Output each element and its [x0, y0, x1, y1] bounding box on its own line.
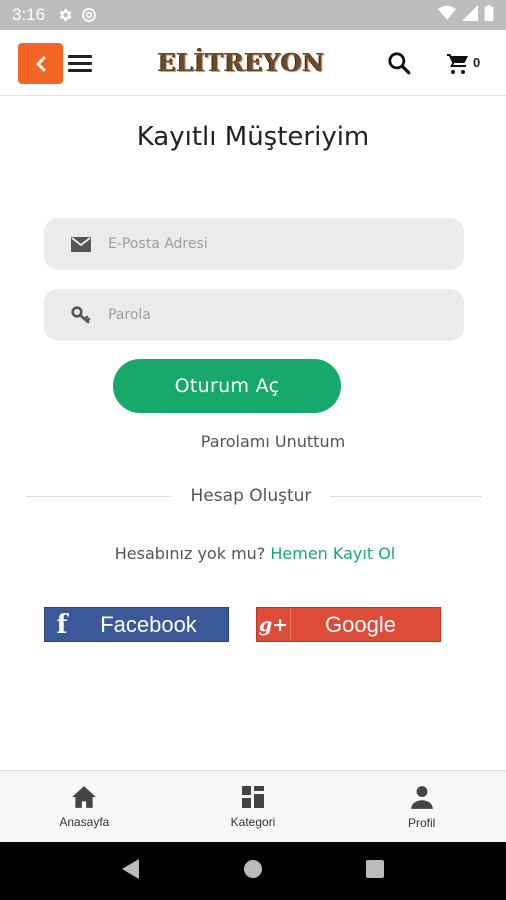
facebook-icon: f [56, 609, 68, 640]
grid-icon [242, 785, 264, 808]
nav-label: Kategori [230, 814, 276, 829]
email-field[interactable] [108, 236, 448, 252]
hamburger-menu-icon[interactable] [68, 50, 94, 76]
google-plus-icon: g+ [257, 608, 291, 641]
login-button[interactable]: Oturum Aç [113, 359, 341, 413]
back-button[interactable] [18, 43, 63, 84]
bottom-nav: Anasayfa Kategori Profil [0, 770, 506, 842]
logo-text: ELİTREYON [158, 47, 325, 77]
forgot-password-link[interactable]: Parolamı Unuttum [0, 432, 506, 451]
wifi-icon [438, 5, 456, 26]
google-login-button[interactable]: g+ Google [256, 607, 441, 642]
at-sign-icon [81, 7, 97, 23]
search-icon[interactable] [386, 50, 414, 78]
register-link[interactable]: Hemen Kayıt Ol [270, 544, 395, 563]
register-row: Hesabınız yok mu? Hemen Kayıt Ol [0, 544, 506, 563]
cart-count-badge: 0 [473, 54, 481, 70]
settings-icon [57, 7, 73, 23]
cart-button[interactable]: 0 [446, 50, 486, 78]
facebook-login-button[interactable]: f Facebook [44, 607, 229, 642]
system-nav-bar [0, 842, 506, 900]
password-field-container [44, 289, 464, 341]
recents-square-icon[interactable] [366, 859, 385, 883]
facebook-label: Facebook [100, 611, 197, 637]
nav-label: Profil [408, 815, 436, 830]
person-icon [410, 785, 433, 809]
google-label: Google [325, 611, 396, 637]
password-field[interactable] [108, 307, 448, 323]
chevron-left-icon [36, 56, 45, 71]
envelope-icon [66, 236, 96, 252]
no-account-text: Hesabınız yok mu? [114, 544, 266, 563]
nav-label: Anasayfa [59, 814, 110, 829]
app-bar: ELİTREYON 0 [0, 30, 506, 96]
back-triangle-icon[interactable] [121, 858, 140, 884]
nav-item-home[interactable]: Anasayfa [0, 771, 169, 842]
divider-right [330, 496, 482, 497]
brand-logo[interactable]: ELİTREYON [158, 44, 324, 80]
email-field-container [44, 218, 464, 270]
status-bar: 3:16 [0, 0, 506, 30]
nav-item-category[interactable]: Kategori [169, 771, 338, 842]
page-title: Kayıtlı Müşteriyim [136, 122, 370, 152]
signal-icon [462, 4, 478, 26]
nav-item-profile[interactable]: Profil [337, 771, 506, 842]
key-icon [66, 306, 96, 324]
status-time: 3:16 [12, 5, 46, 24]
cart-icon [447, 54, 468, 74]
home-icon [72, 785, 97, 808]
battery-icon [484, 4, 494, 26]
home-circle-icon[interactable] [243, 859, 263, 884]
